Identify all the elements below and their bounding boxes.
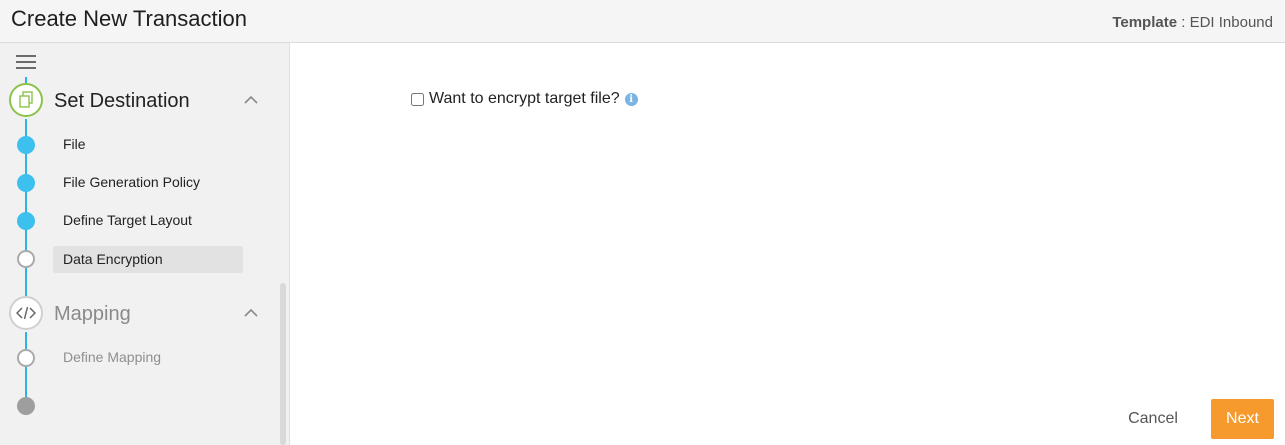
template-indicator: Template : EDI Inbound	[1112, 14, 1273, 31]
menu-icon[interactable]	[16, 55, 36, 71]
template-label: Template	[1112, 14, 1178, 31]
sidebar-scrollbar[interactable]	[280, 283, 286, 445]
step-status-pending-icon	[17, 250, 35, 268]
step-define-mapping[interactable]: Define Mapping	[53, 344, 243, 371]
encrypt-label[interactable]: Want to encrypt target file?	[429, 90, 620, 108]
step-define-target-layout[interactable]: Define Target Layout	[53, 207, 243, 234]
page-header: Create New Transaction Template : EDI In…	[0, 0, 1285, 43]
step-status-pending-icon	[17, 349, 35, 367]
chevron-up-icon[interactable]	[244, 95, 258, 105]
step-status-done-icon	[17, 174, 35, 192]
code-icon	[9, 296, 43, 330]
document-copy-icon	[9, 83, 43, 117]
template-value: EDI Inbound	[1189, 14, 1273, 31]
template-separator: :	[1177, 14, 1190, 31]
step-data-encryption[interactable]: Data Encryption	[53, 246, 243, 273]
page-title: Create New Transaction	[11, 6, 247, 31]
step-status-done-icon	[17, 136, 35, 154]
section-title-set-destination[interactable]: Set Destination	[54, 90, 190, 113]
encrypt-option: Want to encrypt target file? i	[411, 90, 638, 108]
timeline-end-icon	[17, 397, 35, 415]
section-title-mapping[interactable]: Mapping	[54, 303, 131, 326]
step-status-done-icon	[17, 212, 35, 230]
cancel-button[interactable]: Cancel	[1110, 400, 1196, 438]
info-icon[interactable]: i	[624, 92, 638, 106]
wizard-sidebar: Set Destination File File Generation Pol…	[0, 43, 290, 445]
chevron-up-icon[interactable]	[244, 308, 258, 318]
encrypt-checkbox[interactable]	[411, 92, 424, 106]
step-file[interactable]: File	[53, 131, 243, 158]
timeline-line	[25, 332, 27, 406]
step-file-generation-policy[interactable]: File Generation Policy	[53, 169, 243, 196]
next-button[interactable]: Next	[1211, 399, 1274, 439]
